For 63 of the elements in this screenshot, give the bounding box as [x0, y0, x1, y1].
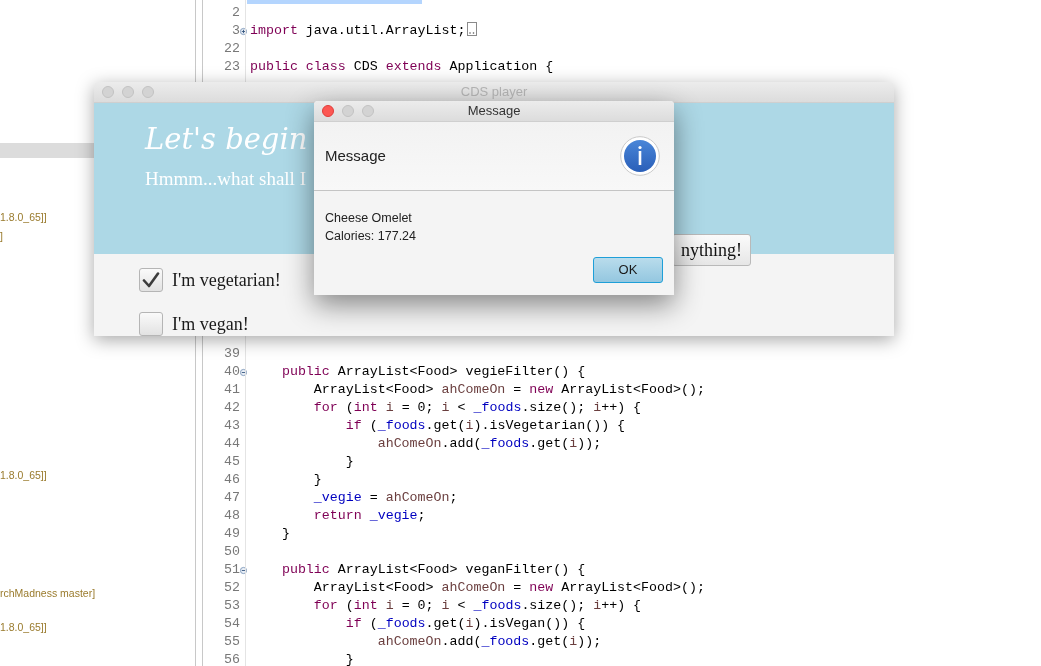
line-number: 52 — [223, 579, 240, 597]
line-number: 23 — [223, 58, 240, 76]
line-number: 2 — [231, 4, 240, 22]
line-number: 40 — [223, 363, 240, 381]
tree-item-label[interactable]: 1.8.0_65]] — [0, 210, 47, 224]
message-text: Calories: 177.24 — [325, 229, 417, 243]
checkbox[interactable] — [139, 312, 163, 336]
code-line: ArrayList<Food> ahComeOn = new ArrayList<Food>(); — [312, 579, 705, 597]
code-line: public ArrayList<Food> veganFilter() { — [280, 561, 586, 579]
heading: Let's begin — [145, 121, 308, 157]
code-line: for (int i = 0; i < _foods.size(); i++) { — [312, 597, 642, 615]
message-text: Cheese Omelet — [325, 211, 412, 225]
code-line: if (_foods.get(i).isVegetarian()) { — [344, 417, 626, 435]
code-line: } — [344, 453, 354, 471]
code-line: _vegie = ahComeOn; — [312, 489, 458, 507]
code-line: import java.util.ArrayList; — [247, 22, 478, 40]
code-line: ahComeOn.add(_foods.get(i)); — [376, 435, 602, 453]
line-number: 49 — [223, 525, 240, 543]
line-number: 22 — [223, 40, 240, 58]
window-title: Message — [467, 103, 521, 119]
line-number: 46 — [223, 471, 240, 489]
action-button[interactable]: nything! — [672, 234, 751, 266]
line-number: 39 — [223, 345, 240, 363]
line-number: 48 — [223, 507, 240, 525]
checkbox-label: I'm vegetarian! — [172, 268, 281, 292]
line-number: 44 — [223, 435, 240, 453]
checkbox[interactable] — [139, 268, 163, 292]
ok-button[interactable]: OK — [593, 257, 663, 283]
checkbox-label: I'm vegan! — [172, 312, 249, 336]
collapse-icon[interactable] — [240, 367, 247, 377]
tree-item-label[interactable]: 1.8.0_65]] — [0, 468, 47, 482]
expand-icon[interactable] — [240, 26, 247, 36]
code-line: return _vegie; — [312, 507, 426, 525]
info-icon — [620, 136, 660, 176]
tree-item-label[interactable]: ] — [0, 229, 3, 243]
collapse-icon[interactable] — [240, 565, 247, 575]
code-line: public class CDS extends Application { — [249, 58, 554, 76]
code-line: for (int i = 0; i < _foods.size(); i++) { — [312, 399, 642, 417]
line-number: 42 — [223, 399, 240, 417]
line-number: 43 — [223, 417, 240, 435]
line-number: 45 — [223, 453, 240, 471]
line-number: 53 — [223, 597, 240, 615]
line-number: 47 — [223, 489, 240, 507]
code-line: } — [312, 471, 322, 489]
code-line: ahComeOn.add(_foods.get(i)); — [376, 633, 602, 651]
tree-item-label[interactable]: 1.8.0_65]] — [0, 620, 47, 634]
subtitle: Hmmm...what shall I — [145, 167, 306, 191]
code-line: public ArrayList<Food> vegieFilter() { — [280, 363, 586, 381]
code-line: if (_foods.get(i).isVegan()) { — [344, 615, 586, 633]
code-line: } — [280, 525, 290, 543]
code-line: ArrayList<Food> ahComeOn = new ArrayList<Food>(); — [312, 381, 705, 399]
close-button[interactable] — [322, 105, 334, 117]
line-number: 3 — [231, 22, 240, 40]
code-line: } — [344, 651, 354, 666]
line-number: 51 — [223, 561, 240, 579]
line-number: 50 — [223, 543, 240, 561]
line-number: 56 — [223, 651, 240, 666]
dialog-header: Message — [325, 145, 386, 166]
line-number: 54 — [223, 615, 240, 633]
line-number: 55 — [223, 633, 240, 651]
tree-item-label[interactable]: rchMadness master] — [0, 586, 96, 600]
folded-code-marker-icon[interactable] — [467, 22, 478, 36]
line-number: 41 — [223, 381, 240, 399]
